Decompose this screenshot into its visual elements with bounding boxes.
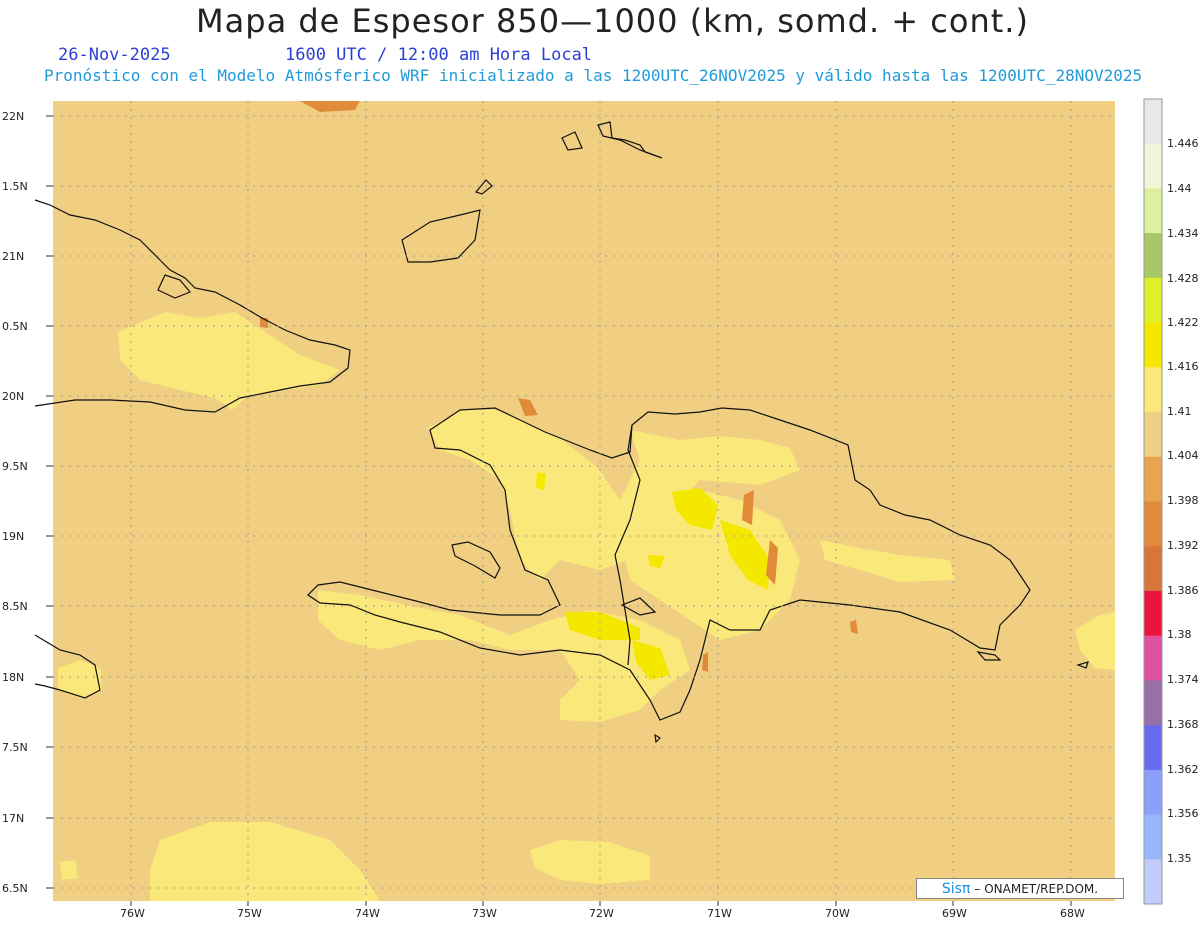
colorbar-swatch xyxy=(1144,188,1162,234)
colorbar-label: 1.404 xyxy=(1167,449,1199,462)
colorbar-label: 1.356 xyxy=(1167,807,1199,820)
colorbar-swatch xyxy=(1144,769,1162,816)
colorbar-swatch xyxy=(1144,635,1162,681)
colorbar-swatch xyxy=(1144,322,1162,368)
lat-label: 9.5N xyxy=(2,460,28,473)
longitude-ticks xyxy=(130,901,1072,906)
colorbar-label: 1.446 xyxy=(1167,137,1199,150)
colorbar-swatch xyxy=(1144,680,1162,726)
colorbar-swatch xyxy=(1144,412,1162,458)
lon-label: 76W xyxy=(120,907,145,920)
colorbar-swatch xyxy=(1144,590,1162,637)
lat-label: 19N xyxy=(2,530,24,543)
lon-label: 68W xyxy=(1060,907,1085,920)
colorbar-swatch xyxy=(1144,456,1162,502)
colorbar-swatch xyxy=(1144,546,1162,592)
lat-label: 17N xyxy=(2,812,24,825)
lon-label: 73W xyxy=(472,907,497,920)
colorbar-swatch xyxy=(1144,725,1162,771)
lat-label: 8.5N xyxy=(2,600,28,613)
colorbar xyxy=(1143,98,1163,905)
lat-label: 7.5N xyxy=(2,741,28,754)
lat-label: 21N xyxy=(2,250,24,263)
colorbar-label: 1.392 xyxy=(1167,539,1199,552)
colorbar-label: 1.434 xyxy=(1167,227,1199,240)
lon-label: 75W xyxy=(237,907,262,920)
colorbar-labels: 1.446 1.44 1.434 1.428 1.422 1.416 1.41 … xyxy=(1167,137,1199,865)
lat-label: 1.5N xyxy=(2,180,28,193)
lat-label: 0.5N xyxy=(2,320,28,333)
colorbar-swatch xyxy=(1144,859,1162,905)
colorbar-swatch xyxy=(1144,814,1162,860)
latitude-axis: 22N 1.5N 21N 0.5N 20N 9.5N 19N 8.5N 18N … xyxy=(2,110,28,895)
credit-text: – ONAMET/REP.DOM. xyxy=(974,881,1099,896)
lon-label: 70W xyxy=(825,907,850,920)
colorbar-label: 1.44 xyxy=(1167,182,1192,195)
colorbar-label: 1.38 xyxy=(1167,628,1192,641)
colorbar-label: 1.374 xyxy=(1167,673,1199,686)
colorbar-label: 1.422 xyxy=(1167,316,1199,329)
longitude-axis: 76W 75W 74W 73W 72W 71W 70W 69W 68W xyxy=(120,907,1085,920)
credit-box: Sisπ – ONAMET/REP.DOM. xyxy=(916,878,1124,899)
lat-label: 6.5N xyxy=(2,882,28,895)
colorbar-label: 1.416 xyxy=(1167,360,1199,373)
colorbar-label: 1.368 xyxy=(1167,718,1199,731)
lat-label: 22N xyxy=(2,110,24,123)
colorbar-swatch xyxy=(1144,99,1162,145)
colorbar-swatch xyxy=(1144,143,1162,189)
colorbar-swatch xyxy=(1144,501,1162,547)
colorbar-label: 1.41 xyxy=(1167,405,1192,418)
lon-label: 72W xyxy=(589,907,614,920)
lat-label: 20N xyxy=(2,390,24,403)
thickness-map: 22N 1.5N 21N 0.5N 20N 9.5N 19N 8.5N 18N … xyxy=(2,98,1199,920)
sispi-logo: Sisπ xyxy=(941,880,971,897)
southwest-light-region xyxy=(60,860,78,880)
colorbar-label: 1.428 xyxy=(1167,272,1199,285)
colorbar-label: 1.398 xyxy=(1167,494,1199,507)
colorbar-label: 1.35 xyxy=(1167,852,1192,865)
colorbar-label: 1.386 xyxy=(1167,584,1199,597)
colorbar-swatch xyxy=(1144,277,1162,324)
lon-label: 71W xyxy=(707,907,732,920)
colorbar-label: 1.362 xyxy=(1167,763,1199,776)
colorbar-swatch xyxy=(1144,233,1162,279)
lon-label: 69W xyxy=(942,907,967,920)
lon-label: 74W xyxy=(355,907,380,920)
colorbar-swatch xyxy=(1144,367,1162,413)
latitude-ticks xyxy=(46,115,53,889)
lat-label: 18N xyxy=(2,671,24,684)
